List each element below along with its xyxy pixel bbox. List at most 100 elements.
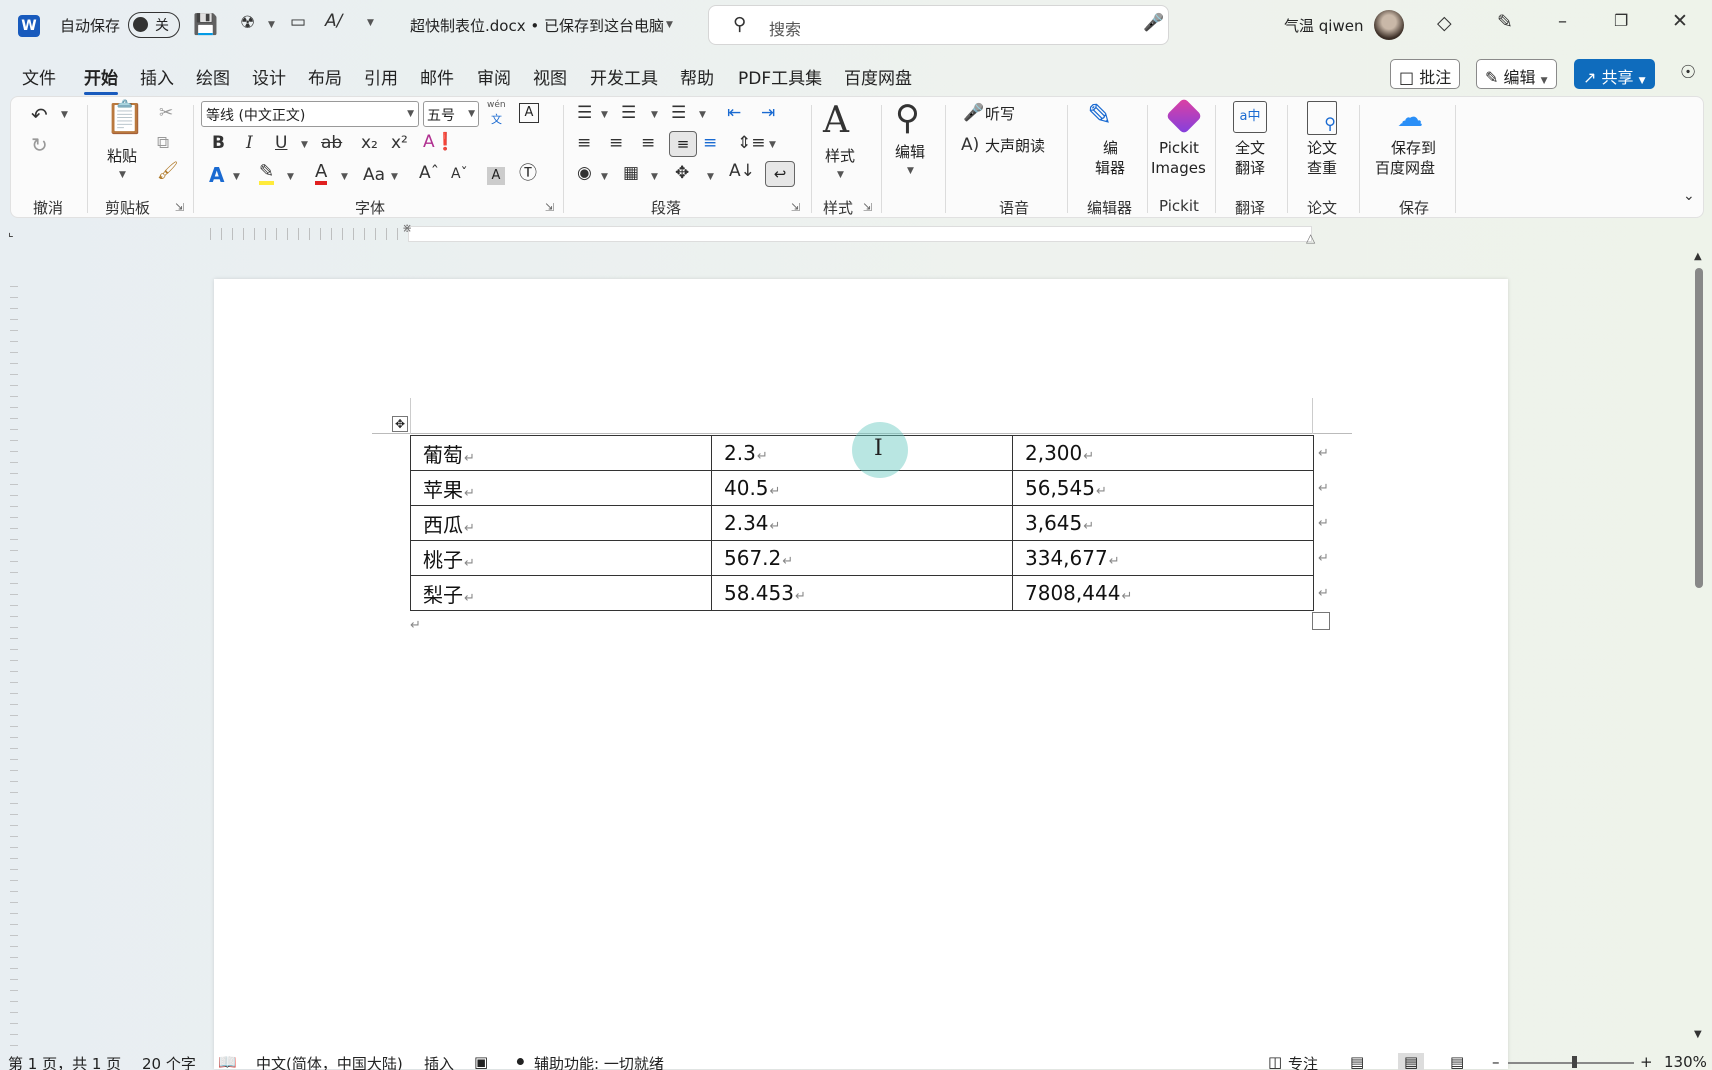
paste-button[interactable]: 粘贴: [107, 147, 137, 166]
undo-dropdown-icon[interactable]: ▼: [61, 111, 68, 120]
word-logo-icon[interactable]: W: [18, 15, 40, 37]
table-move-handle-icon[interactable]: ✥: [392, 416, 408, 432]
tab-view[interactable]: 视图: [533, 64, 567, 89]
italic-icon[interactable]: I: [246, 135, 253, 152]
translate-icon[interactable]: a中: [1233, 101, 1267, 133]
tab-help[interactable]: 帮助: [680, 64, 714, 89]
insert-mode[interactable]: 插入: [424, 1053, 454, 1070]
read-aloud-button[interactable]: 大声朗读: [985, 137, 1045, 156]
character-border-icon[interactable]: A: [519, 103, 539, 123]
table-cell[interactable]: 2,300↵: [1012, 435, 1314, 471]
tab-selector-icon[interactable]: ⌞: [8, 226, 14, 238]
underline-dropdown-icon[interactable]: ▼: [301, 141, 308, 150]
title-dropdown-icon[interactable]: ▼: [666, 21, 673, 30]
table-cell[interactable]: 桃子↵: [410, 540, 712, 576]
phonetic-guide-top[interactable]: wén: [487, 100, 506, 110]
close-icon[interactable]: ✕: [1672, 12, 1688, 31]
align-center-icon[interactable]: ≡: [609, 135, 623, 152]
zoom-slider-thumb[interactable]: [1572, 1056, 1577, 1068]
translate-button-line1[interactable]: 全文: [1235, 139, 1265, 158]
dictate-mic-icon[interactable]: 🎤: [963, 105, 984, 122]
styles-launcher-icon[interactable]: ⇲: [863, 201, 872, 214]
multilevel-list-icon[interactable]: ☰: [671, 105, 686, 122]
tab-home[interactable]: 开始: [84, 64, 118, 95]
increase-indent-icon[interactable]: ⇥: [761, 105, 775, 122]
chevron-down-icon[interactable]: ▼: [601, 111, 608, 120]
table-cell[interactable]: 葡萄↵: [410, 435, 712, 471]
table-cell[interactable]: 40.5↵: [711, 470, 1013, 506]
tab-layout[interactable]: 布局: [308, 64, 342, 89]
pickit-logo-icon[interactable]: [1165, 97, 1203, 135]
right-indent-marker-icon[interactable]: △: [1306, 232, 1315, 244]
format-painter-icon[interactable]: 🖌: [157, 163, 179, 180]
pickit-button-line2[interactable]: Images: [1151, 159, 1206, 178]
styles-icon[interactable]: A: [823, 103, 849, 139]
avatar[interactable]: [1374, 10, 1404, 40]
chevron-down-icon[interactable]: ▼: [391, 173, 398, 182]
table-cell[interactable]: 567.2↵: [711, 540, 1013, 576]
tab-references[interactable]: 引用: [364, 64, 398, 89]
chevron-down-icon[interactable]: ▼: [769, 141, 776, 150]
read-mode-icon[interactable]: ▤: [1350, 1053, 1364, 1070]
styles-button[interactable]: 样式: [825, 147, 855, 166]
scroll-down-icon[interactable]: ▼: [1694, 1030, 1702, 1040]
share-button[interactable]: ↗ 共享 ▼: [1574, 59, 1655, 89]
chevron-down-icon[interactable]: ▼: [837, 171, 844, 180]
numbering-icon[interactable]: ☰: [621, 105, 636, 122]
asian-layout-icon[interactable]: ✥: [675, 165, 689, 182]
minimize-icon[interactable]: –: [1558, 13, 1567, 31]
scroll-up-icon[interactable]: ▲: [1694, 252, 1702, 262]
table-cell[interactable]: 西瓜↵: [410, 505, 712, 541]
paper-button-line1[interactable]: 论文: [1307, 139, 1337, 158]
focus-icon[interactable]: ◫: [1268, 1053, 1282, 1070]
microphone-icon[interactable]: 🎤: [1143, 15, 1164, 32]
show-marks-button[interactable]: ↩: [765, 161, 795, 187]
redo-icon[interactable]: ↻: [31, 135, 48, 155]
zoom-in-icon[interactable]: +: [1640, 1053, 1653, 1070]
cut-icon[interactable]: ✂: [159, 105, 173, 122]
undo-icon[interactable]: ↶: [31, 105, 48, 125]
clipboard-launcher-icon[interactable]: ⇲: [175, 201, 184, 214]
baidu-button-line1[interactable]: 保存到: [1391, 139, 1436, 158]
justify-button[interactable]: ≡: [669, 131, 697, 157]
zoom-level[interactable]: 130%: [1664, 1053, 1707, 1070]
chevron-down-icon[interactable]: ▼: [651, 173, 658, 182]
paste-clipboard-icon[interactable]: 📋: [105, 101, 145, 133]
superscript-icon[interactable]: x²: [391, 135, 408, 152]
tab-developer[interactable]: 开发工具: [590, 64, 658, 89]
scroll-thumb[interactable]: [1695, 268, 1703, 588]
chevron-down-icon[interactable]: ▼: [287, 173, 294, 182]
document-page[interactable]: [214, 279, 1508, 1069]
editor-pen-icon[interactable]: ✎: [1087, 101, 1112, 131]
tab-design[interactable]: 设计: [252, 64, 286, 89]
highlight-icon[interactable]: ✎: [259, 163, 275, 185]
page-count[interactable]: 第 1 页，共 1 页: [8, 1053, 121, 1070]
tab-review[interactable]: 审阅: [477, 64, 511, 89]
sort-icon[interactable]: A↓: [729, 163, 755, 180]
line-spacing-icon[interactable]: ⇕≡: [737, 135, 766, 152]
chevron-down-icon[interactable]: ▼: [233, 173, 240, 182]
plagiarism-check-icon[interactable]: ⚲: [1307, 101, 1337, 135]
table-resize-handle[interactable]: [1312, 612, 1330, 630]
shrink-font-icon[interactable]: Aˇ: [451, 167, 468, 181]
pickit-button-line1[interactable]: Pickit: [1159, 139, 1199, 158]
phonetic-guide-icon[interactable]: 文: [491, 111, 502, 127]
table-cell[interactable]: 7808,444↵: [1012, 575, 1314, 611]
premium-diamond-icon[interactable]: ◇: [1437, 14, 1452, 33]
strikethrough-icon[interactable]: ab: [321, 135, 342, 152]
vertical-ruler[interactable]: [0, 246, 26, 1052]
tab-insert[interactable]: 插入: [140, 64, 174, 89]
tab-draw[interactable]: 绘图: [196, 64, 230, 89]
translate-button-line2[interactable]: 翻译: [1235, 159, 1265, 178]
chevron-down-icon[interactable]: ▼: [268, 21, 275, 30]
paper-button-line2[interactable]: 查重: [1307, 159, 1337, 178]
chevron-down-icon[interactable]: ▼: [601, 173, 608, 182]
decrease-indent-icon[interactable]: ⇤: [727, 105, 741, 122]
editing-button[interactable]: 编辑: [895, 143, 925, 162]
underline-icon[interactable]: U: [275, 135, 287, 152]
tab-pdf-tools[interactable]: PDF工具集: [738, 64, 822, 89]
search-input[interactable]: 搜索: [769, 16, 801, 40]
accessibility-icon[interactable]: ⚫: [514, 1053, 527, 1070]
accessibility-status[interactable]: 辅助功能: 一切就绪: [534, 1053, 664, 1070]
macro-recording-icon[interactable]: ▣: [474, 1053, 488, 1070]
